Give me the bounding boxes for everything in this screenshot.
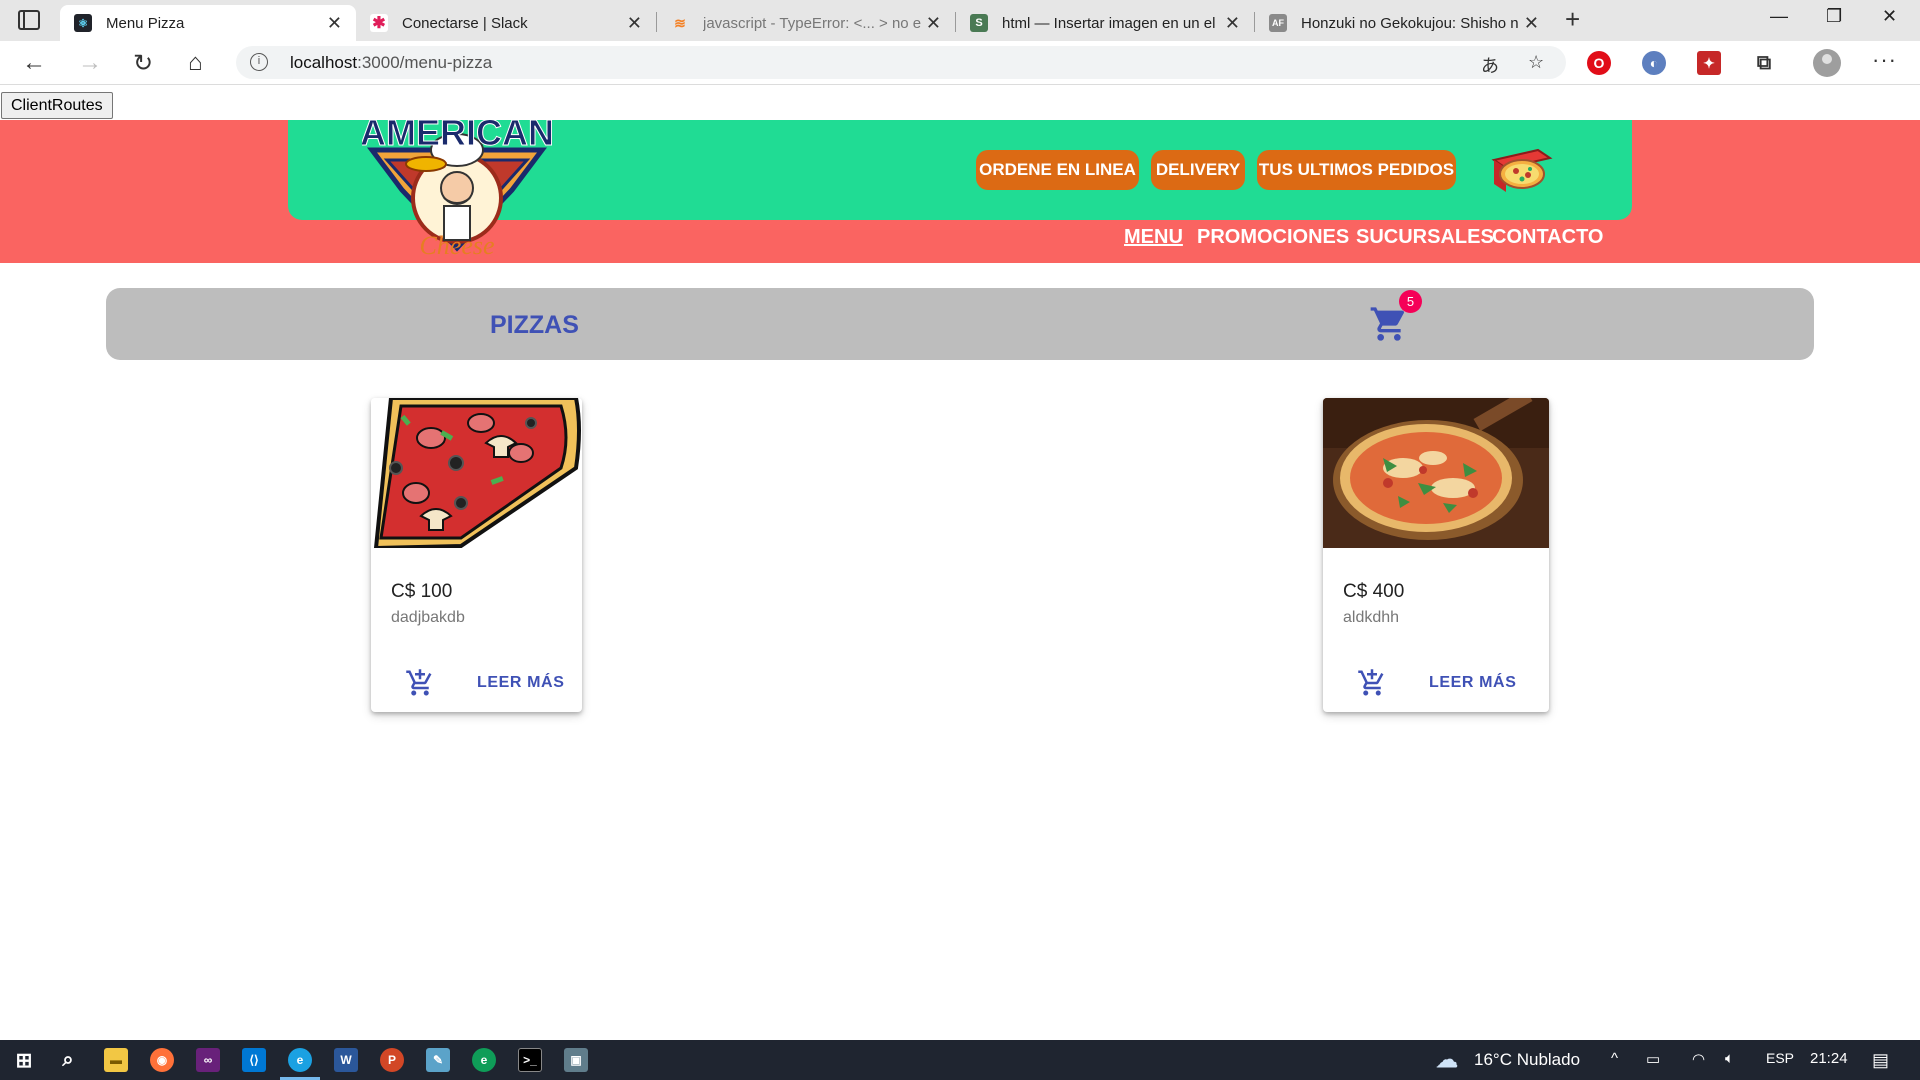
info-icon[interactable]: i <box>250 53 268 71</box>
nav-promociones[interactable]: PROMOCIONES <box>1197 226 1349 249</box>
close-tab-icon[interactable]: ✕ <box>1225 13 1240 34</box>
browser-tab-bar: ⚛ Menu Pizza ✕ ✱ Conectarse | Slack ✕ ≋ … <box>0 0 1920 41</box>
vscode-icon[interactable]: ⟨⟩ <box>242 1048 266 1072</box>
weather-cloud-icon: ☁ <box>1436 1047 1458 1072</box>
product-card: C$ 100 dadjbakdb LEER MÁS <box>371 398 582 712</box>
powerpoint-icon[interactable]: P <box>380 1048 404 1072</box>
minimize-icon[interactable]: — <box>1770 6 1788 27</box>
add-to-cart-icon[interactable] <box>1357 668 1387 698</box>
order-online-button[interactable]: ORDENE EN LINEA <box>976 150 1139 190</box>
product-price: C$ 400 <box>1343 581 1405 602</box>
nav-contacto[interactable]: CONTACTO <box>1492 226 1603 249</box>
close-tab-icon[interactable]: ✕ <box>926 13 941 34</box>
show-hidden-icons-icon[interactable]: ^ <box>1611 1050 1618 1067</box>
file-explorer-icon[interactable]: ▬ <box>104 1048 128 1072</box>
restore-icon[interactable]: ❐ <box>1826 6 1842 27</box>
app-icon[interactable]: ▣ <box>564 1048 588 1072</box>
tab-title: html — Insertar imagen en un el <box>1002 14 1216 32</box>
tab-html-question[interactable]: S html — Insertar imagen en un el ✕ <box>956 5 1254 41</box>
edge-dev-icon[interactable]: e <box>472 1048 496 1072</box>
nav-menu[interactable]: MENU <box>1124 226 1183 249</box>
read-more-button[interactable]: LEER MÁS <box>477 674 564 692</box>
add-favorite-icon[interactable]: ☆ <box>1528 52 1544 73</box>
site-header: AMERICAN Cheese ORDENE EN LINEA DELIVERY… <box>0 120 1920 263</box>
client-routes-button[interactable]: ClientRoutes <box>1 92 113 119</box>
clock-time[interactable]: 21:24 <box>1810 1050 1848 1067</box>
tab-honzuki[interactable]: AF Honzuki no Gekokujou: Shisho n ✕ <box>1255 5 1553 41</box>
stackoverflow-icon: ≋ <box>674 14 686 31</box>
pizza-slice-image[interactable] <box>371 398 582 548</box>
add-to-cart-icon[interactable] <box>405 668 435 698</box>
url-text[interactable]: localhost:3000/menu-pizza <box>290 53 492 73</box>
edge-icon[interactable]: e <box>288 1048 312 1072</box>
puzzle-icon[interactable]: ⧉ <box>1752 51 1776 75</box>
pizza-box-icon[interactable] <box>1488 144 1554 194</box>
extension-icon[interactable]: ✦ <box>1697 51 1721 75</box>
terminal-icon[interactable]: >_ <box>518 1048 542 1072</box>
word-icon[interactable]: W <box>334 1048 358 1072</box>
language-indicator[interactable]: ESP <box>1766 1050 1794 1066</box>
last-orders-button[interactable]: TUS ULTIMOS PEDIDOS <box>1257 150 1456 190</box>
animeflv-icon: AF <box>1269 14 1287 32</box>
notifications-icon[interactable]: ▤ <box>1872 1050 1889 1071</box>
read-more-button[interactable]: LEER MÁS <box>1429 674 1516 692</box>
tab-title: javascript - TypeError: <... > no e <box>703 14 921 32</box>
weather-text[interactable]: 16°C Nublado <box>1474 1050 1580 1070</box>
logo-text-bottom: Cheese <box>419 231 494 260</box>
more-options-icon[interactable]: ··· <box>1872 47 1897 73</box>
nav-sucursales[interactable]: SUCURSALES <box>1356 226 1494 249</box>
tab-title: Conectarse | Slack <box>402 14 528 32</box>
site-icon: S <box>970 14 988 32</box>
back-icon[interactable]: ← <box>22 49 46 77</box>
battery-icon[interactable]: ▭ <box>1646 1050 1660 1068</box>
slack-icon: ✱ <box>370 14 388 32</box>
cart-count-badge: 5 <box>1399 290 1422 313</box>
tab-stackoverflow[interactable]: ≋ javascript - TypeError: <... > no e ✕ <box>657 5 955 41</box>
section-title: PIZZAS <box>490 311 579 339</box>
tab-title: Menu Pizza <box>106 14 185 32</box>
logo-text-top: AMERICAN <box>362 120 552 153</box>
url-host: localhost <box>290 53 358 72</box>
profile-avatar[interactable] <box>1813 49 1841 77</box>
tab-slack[interactable]: ✱ Conectarse | Slack ✕ <box>356 5 656 41</box>
delivery-button[interactable]: DELIVERY <box>1151 150 1245 190</box>
close-window-icon[interactable]: ✕ <box>1882 6 1897 27</box>
close-tab-icon[interactable]: ✕ <box>1524 13 1539 34</box>
tab-actions-icon[interactable] <box>18 10 40 30</box>
address-toolbar: ← → ↻ ⌂ i localhost:3000/menu-pizza あ ☆ … <box>0 41 1920 85</box>
visual-studio-icon[interactable]: ∞ <box>196 1048 220 1072</box>
firefox-icon[interactable]: ◉ <box>150 1048 174 1072</box>
pizza-photo-image[interactable] <box>1323 398 1549 548</box>
extension-icon[interactable]: ◐ <box>1642 51 1666 75</box>
product-card: C$ 400 aldkdhh LEER MÁS <box>1323 398 1549 712</box>
close-tab-icon[interactable]: ✕ <box>327 13 342 34</box>
tab-menu-pizza[interactable]: ⚛ Menu Pizza ✕ <box>60 5 356 41</box>
wifi-icon[interactable]: ◠ <box>1692 1050 1705 1068</box>
windows-start-icon[interactable]: ⊞ <box>12 1048 36 1072</box>
close-tab-icon[interactable]: ✕ <box>627 13 642 34</box>
forward-icon[interactable]: → <box>78 49 102 77</box>
read-aloud-icon[interactable]: あ <box>1481 52 1499 78</box>
product-price: C$ 100 <box>391 581 453 602</box>
search-icon[interactable]: ⌕ <box>56 1048 80 1072</box>
product-description: dadjbakdb <box>391 609 465 626</box>
react-icon: ⚛ <box>74 14 92 32</box>
url-bar[interactable]: i localhost:3000/menu-pizza あ ☆ <box>236 46 1566 79</box>
opera-extension-icon[interactable]: O <box>1587 51 1611 75</box>
reload-icon[interactable]: ↻ <box>133 49 153 78</box>
home-icon[interactable]: ⌂ <box>188 49 203 77</box>
new-tab-icon[interactable]: + <box>1565 4 1580 35</box>
notes-app-icon[interactable]: ✎ <box>426 1048 450 1072</box>
tab-title: Honzuki no Gekokujou: Shisho n <box>1301 14 1519 32</box>
volume-icon[interactable]: 🔈︎ <box>1725 1050 1734 1067</box>
url-path: :3000/menu-pizza <box>357 53 493 72</box>
windows-taskbar: ⊞ ⌕ ▬ ◉ ∞ ⟨⟩ e W P ✎ e >_ ▣ ☁ 16°C Nubla… <box>0 1040 1920 1080</box>
section-toolbar: PIZZAS 5 <box>106 288 1814 360</box>
american-cheese-logo[interactable]: AMERICAN Cheese <box>362 120 552 260</box>
page-content: ClientRoutes AMERICAN Cheese ORDENE EN L… <box>0 86 1920 1040</box>
product-description: aldkdhh <box>1343 609 1400 626</box>
